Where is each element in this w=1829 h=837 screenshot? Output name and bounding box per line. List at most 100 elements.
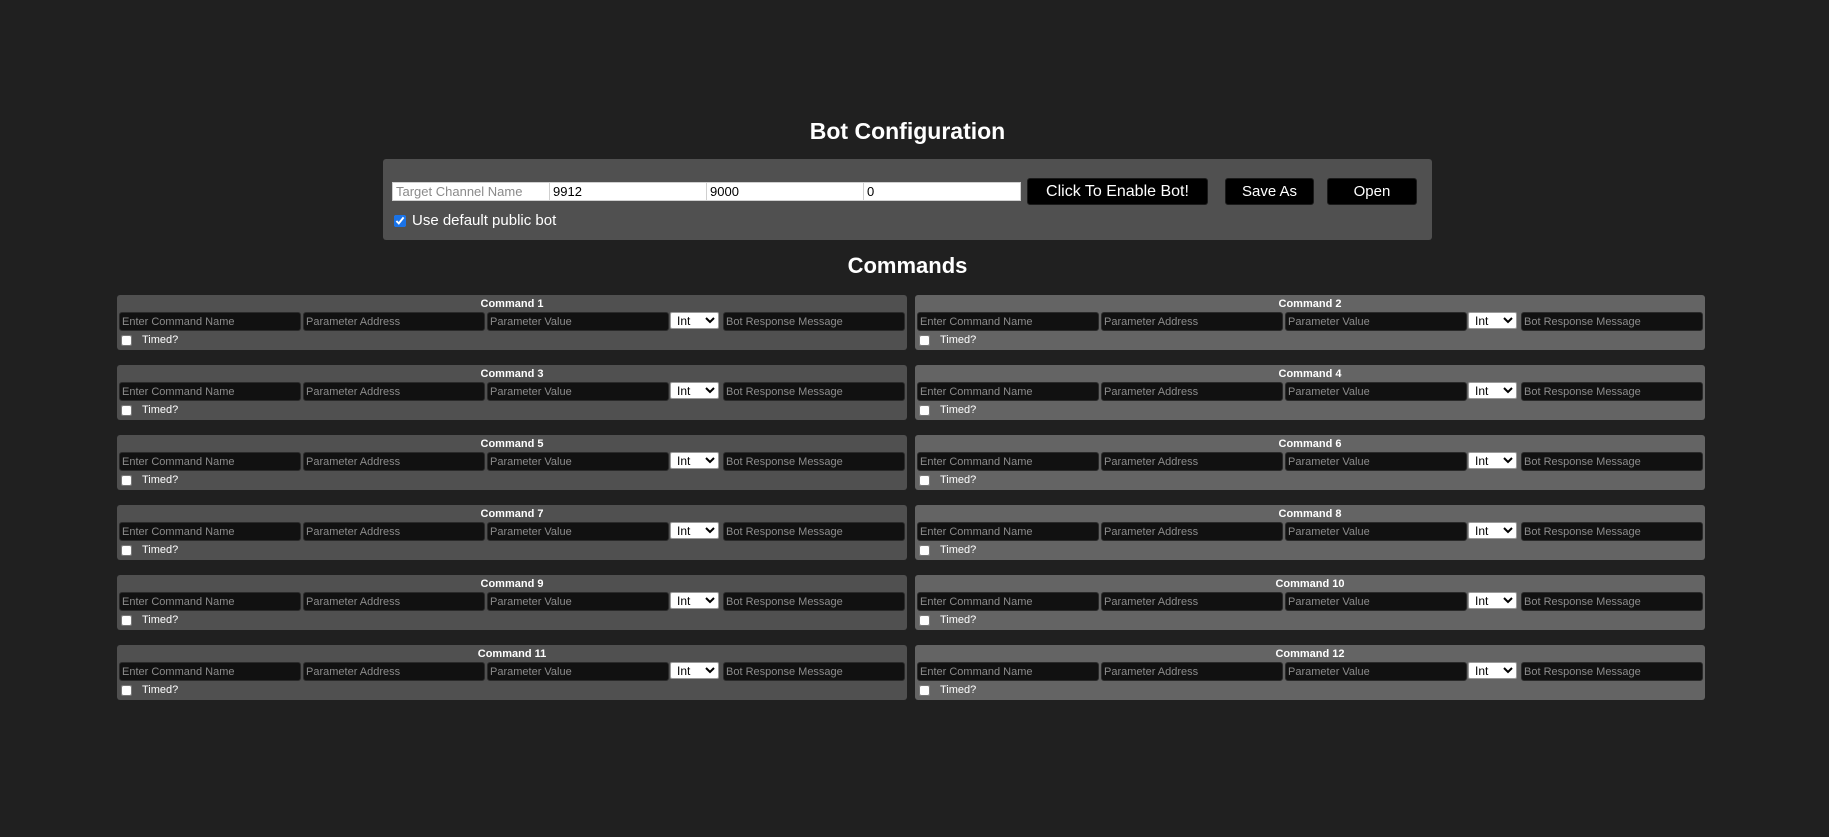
- command-name-input[interactable]: [119, 592, 301, 611]
- command-name-input[interactable]: [119, 452, 301, 471]
- command-title: Command 12: [1275, 648, 1345, 660]
- timed-option[interactable]: Timed?: [919, 474, 976, 486]
- bot-response-input[interactable]: [723, 382, 905, 401]
- parameter-address-input[interactable]: [303, 312, 485, 331]
- command-title: Command 5: [480, 438, 544, 450]
- parameter-address-input[interactable]: [1101, 382, 1283, 401]
- parameter-address-input[interactable]: [1101, 522, 1283, 541]
- bot-response-input[interactable]: [1521, 452, 1703, 471]
- page-title: Bot Configuration: [809, 118, 1006, 144]
- parameter-type-select[interactable]: Int: [1468, 312, 1517, 329]
- parameter-address-input[interactable]: [1101, 592, 1283, 611]
- parameter-value-input[interactable]: [487, 592, 669, 611]
- command-name-input[interactable]: [917, 382, 1099, 401]
- parameter-value-input[interactable]: [487, 312, 669, 331]
- timed-checkbox[interactable]: [919, 474, 930, 486]
- timed-checkbox[interactable]: [121, 614, 132, 626]
- default-bot-checkbox[interactable]: [394, 214, 406, 227]
- timed-option[interactable]: Timed?: [919, 544, 976, 556]
- timed-option[interactable]: Timed?: [121, 684, 178, 696]
- parameter-type-select[interactable]: Int: [670, 382, 719, 399]
- save-as-button[interactable]: Save As: [1225, 178, 1314, 205]
- parameter-address-input[interactable]: [303, 452, 485, 471]
- command-title: Command 8: [1278, 508, 1342, 520]
- enable-bot-button[interactable]: Click To Enable Bot!: [1027, 178, 1208, 205]
- parameter-address-input[interactable]: [303, 522, 485, 541]
- open-button[interactable]: Open: [1327, 178, 1417, 205]
- parameter-type-select[interactable]: Int: [670, 522, 719, 539]
- command-name-input[interactable]: [917, 312, 1099, 331]
- parameter-type-select[interactable]: Int: [1468, 662, 1517, 679]
- config-field-4[interactable]: [863, 182, 1021, 201]
- parameter-value-input[interactable]: [1285, 382, 1467, 401]
- command-name-input[interactable]: [119, 522, 301, 541]
- parameter-value-input[interactable]: [487, 662, 669, 681]
- parameter-value-input[interactable]: [1285, 312, 1467, 331]
- parameter-type-select[interactable]: Int: [1468, 452, 1517, 469]
- bot-response-input[interactable]: [723, 662, 905, 681]
- timed-checkbox[interactable]: [121, 404, 132, 416]
- timed-option[interactable]: Timed?: [121, 404, 178, 416]
- parameter-type-select[interactable]: Int: [670, 592, 719, 609]
- timed-checkbox[interactable]: [919, 404, 930, 416]
- target-channel-input[interactable]: [392, 182, 550, 201]
- parameter-type-select[interactable]: Int: [670, 312, 719, 329]
- timed-checkbox[interactable]: [121, 474, 132, 486]
- parameter-type-select[interactable]: Int: [1468, 382, 1517, 399]
- bot-response-input[interactable]: [723, 592, 905, 611]
- command-name-input[interactable]: [917, 522, 1099, 541]
- parameter-address-input[interactable]: [303, 382, 485, 401]
- command-name-input[interactable]: [917, 592, 1099, 611]
- parameter-type-select[interactable]: Int: [670, 662, 719, 679]
- parameter-address-input[interactable]: [1101, 452, 1283, 471]
- command-name-input[interactable]: [119, 382, 301, 401]
- parameter-value-input[interactable]: [1285, 452, 1467, 471]
- command-card-1: Command 1 Int Timed?: [117, 295, 907, 350]
- config-field-2[interactable]: [549, 182, 707, 201]
- timed-checkbox[interactable]: [121, 334, 132, 346]
- parameter-address-input[interactable]: [1101, 662, 1283, 681]
- timed-checkbox[interactable]: [919, 684, 930, 696]
- timed-option[interactable]: Timed?: [919, 684, 976, 696]
- timed-option[interactable]: Timed?: [919, 614, 976, 626]
- bot-response-input[interactable]: [1521, 312, 1703, 331]
- parameter-address-input[interactable]: [303, 592, 485, 611]
- parameter-value-input[interactable]: [487, 382, 669, 401]
- parameter-address-input[interactable]: [303, 662, 485, 681]
- parameter-value-input[interactable]: [487, 522, 669, 541]
- bot-response-input[interactable]: [1521, 382, 1703, 401]
- command-name-input[interactable]: [119, 662, 301, 681]
- timed-option[interactable]: Timed?: [919, 334, 976, 346]
- timed-option[interactable]: Timed?: [121, 474, 178, 486]
- timed-option[interactable]: Timed?: [919, 404, 976, 416]
- timed-option[interactable]: Timed?: [121, 544, 178, 556]
- parameter-type-select[interactable]: Int: [670, 452, 719, 469]
- timed-checkbox[interactable]: [121, 544, 132, 556]
- command-name-input[interactable]: [917, 662, 1099, 681]
- command-name-input[interactable]: [119, 312, 301, 331]
- bot-response-input[interactable]: [1521, 522, 1703, 541]
- parameter-value-input[interactable]: [487, 452, 669, 471]
- bot-response-input[interactable]: [723, 522, 905, 541]
- timed-option[interactable]: Timed?: [121, 614, 178, 626]
- default-bot-option[interactable]: Use default public bot: [394, 212, 556, 229]
- parameter-value-input[interactable]: [1285, 522, 1467, 541]
- config-field-3[interactable]: [706, 182, 864, 201]
- parameter-address-input[interactable]: [1101, 312, 1283, 331]
- bot-response-input[interactable]: [1521, 592, 1703, 611]
- parameter-value-input[interactable]: [1285, 592, 1467, 611]
- parameter-type-select[interactable]: Int: [1468, 592, 1517, 609]
- bot-response-input[interactable]: [723, 312, 905, 331]
- timed-checkbox[interactable]: [919, 334, 930, 346]
- bot-response-input[interactable]: [723, 452, 905, 471]
- command-name-input[interactable]: [917, 452, 1099, 471]
- timed-checkbox[interactable]: [919, 544, 930, 556]
- timed-checkbox[interactable]: [121, 684, 132, 696]
- parameter-value-input[interactable]: [1285, 662, 1467, 681]
- bot-response-input[interactable]: [1521, 662, 1703, 681]
- parameter-type-select[interactable]: Int: [1468, 522, 1517, 539]
- timed-checkbox[interactable]: [919, 614, 930, 626]
- timed-option[interactable]: Timed?: [121, 334, 178, 346]
- timed-label: Timed?: [142, 334, 179, 346]
- command-card-10: Command 10 Int Timed?: [915, 575, 1705, 630]
